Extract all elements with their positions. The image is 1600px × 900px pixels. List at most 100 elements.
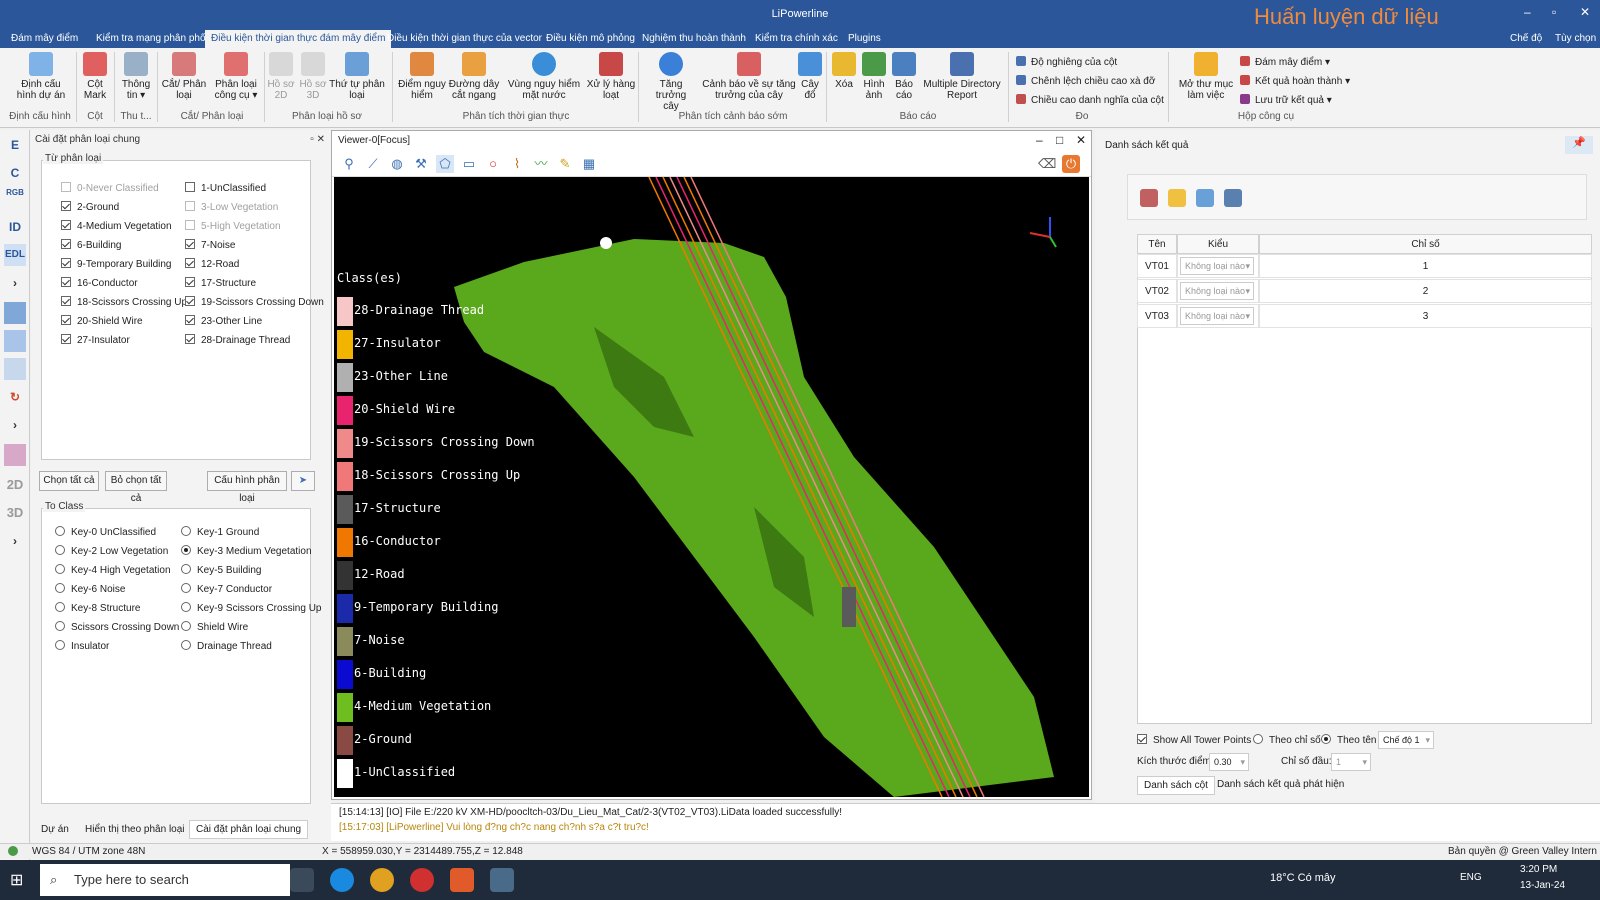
to-class-radio[interactable]: Key-3 Medium Vegetation <box>181 545 312 557</box>
classify-order-button[interactable]: Thứ tự phân loại <box>328 52 386 101</box>
crossing-lines-button[interactable]: Đường dây cắt ngang <box>448 52 500 101</box>
close-window-button[interactable]: ✕ <box>1580 5 1590 19</box>
row-index-cell[interactable]: 2 <box>1259 279 1592 303</box>
id-color-button[interactable]: ID <box>4 216 26 238</box>
clear-icon[interactable]: ⌫ <box>1038 155 1056 173</box>
from-class-checkbox[interactable]: 23-Other Line <box>185 315 262 327</box>
to-class-radio[interactable]: Insulator <box>55 640 109 652</box>
options-link[interactable]: Tùy chọn <box>1555 33 1596 44</box>
to-class-radio[interactable]: Key-8 Structure <box>55 602 140 614</box>
class-points-icon[interactable] <box>4 444 26 466</box>
task-view-icon[interactable] <box>290 868 314 892</box>
class-color-button[interactable]: C <box>4 162 26 184</box>
grid-icon[interactable]: ▦ <box>580 155 598 173</box>
row-name-cell[interactable]: VT01 <box>1137 254 1177 278</box>
from-class-checkbox[interactable]: 9-Temporary Building <box>61 258 172 270</box>
to-class-radio[interactable]: Key-2 Low Vegetation <box>55 545 168 557</box>
image-button[interactable]: Hình ảnh <box>860 52 888 101</box>
from-class-checkbox[interactable]: 27-Insulator <box>61 334 130 346</box>
expand-arrow-icon[interactable]: › <box>4 272 26 294</box>
panel-close-icon[interactable]: ▫ ✕ <box>310 134 325 145</box>
zoom-extent-icon[interactable] <box>4 330 26 352</box>
row-type-cell[interactable]: Không loại nào <box>1177 304 1259 328</box>
restore-button[interactable]: ▫ <box>1552 5 1556 19</box>
to-class-radio[interactable]: Key-0 UnClassified <box>55 526 156 538</box>
finished-results-menu[interactable]: Kết quả hoàn thành ▾ <box>1240 75 1350 87</box>
from-class-checkbox[interactable]: 4-Medium Vegetation <box>61 220 172 232</box>
open-work-folder-button[interactable]: Mở thư mục làm việc <box>1176 52 1236 101</box>
chart-line-icon[interactable]: ⟋ <box>364 155 382 173</box>
profile-3d-button[interactable]: Hồ sơ 3D <box>298 52 328 101</box>
from-class-checkbox[interactable]: 1-UnClassified <box>185 182 266 194</box>
from-class-checkbox[interactable]: 2-Ground <box>61 201 119 213</box>
to-class-radio[interactable]: Shield Wire <box>181 621 248 633</box>
wrench-icon[interactable]: ⚒ <box>412 155 430 173</box>
row-type-cell[interactable]: Không loại nào <box>1177 254 1259 278</box>
delete-button[interactable]: Xóa <box>830 52 858 90</box>
from-class-checkbox[interactable]: 5-High Vegetation <box>185 220 281 232</box>
from-class-checkbox[interactable]: 19-Scissors Crossing Down <box>185 296 324 308</box>
view-box-icon[interactable] <box>4 302 26 324</box>
by-index-radio[interactable]: Theo chỉ số <box>1253 734 1321 746</box>
tab-simulation[interactable]: Điều kiện mô phỏng <box>546 33 635 44</box>
to-class-radio[interactable]: Drainage Thread <box>181 640 272 652</box>
settings-icon[interactable] <box>1224 189 1242 207</box>
row-type-cell[interactable]: Không loại nào <box>1177 279 1259 303</box>
tab-point-cloud[interactable]: Đám mây điểm <box>11 33 78 44</box>
col-type-header[interactable]: Kiểu <box>1177 234 1259 254</box>
stop-icon[interactable]: ⏻ <box>1062 155 1080 173</box>
row-index-cell[interactable]: 1 <box>1259 254 1592 278</box>
pin-icon[interactable]: ⚲ <box>340 155 358 173</box>
tab-plugins[interactable]: Plugins <box>848 33 881 44</box>
viewer-maximize-button[interactable]: □ <box>1056 133 1063 147</box>
info-button[interactable]: Thông tin ▾ <box>118 52 154 101</box>
classify-config-button[interactable]: Cấu hình phân loại <box>207 471 287 504</box>
app-icon-orange[interactable] <box>450 868 474 892</box>
minimize-button[interactable]: – <box>1524 5 1531 19</box>
save-results-menu[interactable]: Lưu trữ kết quả ▾ <box>1240 94 1332 106</box>
lipowerline-taskbar-icon[interactable] <box>490 868 514 892</box>
to-class-radio[interactable]: Key-1 Ground <box>181 526 259 538</box>
tab-display-by-class[interactable]: Hiển thị theo phân loại <box>85 824 185 835</box>
open-folder-icon[interactable] <box>1168 189 1186 207</box>
pin-panel-icon[interactable]: 📌 <box>1565 136 1593 154</box>
elevation-color-button[interactable]: E <box>4 134 26 156</box>
from-class-checkbox[interactable]: 7-Noise <box>185 239 235 251</box>
from-class-checkbox[interactable]: 0-Never Classified <box>61 182 159 194</box>
view-2d-button[interactable]: 2D <box>4 474 26 496</box>
tower-mark-button[interactable]: Cột Mark <box>78 52 112 101</box>
point-cloud-menu[interactable]: Đám mây điểm ▾ <box>1240 56 1330 68</box>
to-class-radio[interactable]: Key-6 Noise <box>55 583 125 595</box>
mode-link[interactable]: Chế độ <box>1510 33 1542 44</box>
tab-acceptance[interactable]: Nghiệm thu hoàn thành <box>642 33 746 44</box>
batch-process-button[interactable]: Xử lý hàng loạt <box>586 52 636 101</box>
edl-button[interactable]: EDL <box>4 244 26 266</box>
start-index-input[interactable]: 1 <box>1331 753 1371 771</box>
from-class-checkbox[interactable]: 20-Shield Wire <box>61 315 143 327</box>
layers-icon[interactable] <box>4 358 26 380</box>
crossarm-height-diff-button[interactable]: Chênh lệch chiều cao xà đỡ <box>1016 75 1155 87</box>
tab-tower-list[interactable]: Danh sách cột <box>1137 776 1215 795</box>
by-name-radio[interactable]: Theo tên <box>1321 734 1376 746</box>
to-class-radio[interactable]: Key-4 High Vegetation <box>55 564 171 576</box>
rotate-icon[interactable]: ↻ <box>4 386 26 408</box>
polyline-icon[interactable]: ⌇ <box>508 155 526 173</box>
point-cloud-canvas[interactable]: Class(es) 28-Drainage Thread 27-Insulator… <box>334 177 1089 797</box>
line-measure-icon[interactable]: 〰 <box>532 155 550 173</box>
tab-project[interactable]: Dự án <box>41 824 69 835</box>
rgb-color-button[interactable]: RGB <box>4 188 26 210</box>
from-class-checkbox[interactable]: 17-Structure <box>185 277 256 289</box>
view-3d-button[interactable]: 3D <box>4 502 26 524</box>
expand-arrow-icon-3[interactable]: › <box>4 530 26 552</box>
multi-directory-report-button[interactable]: Multiple Directory Report <box>920 52 1004 101</box>
row-name-cell[interactable]: VT03 <box>1137 304 1177 328</box>
type-dropdown[interactable]: Không loại nào <box>1180 257 1254 275</box>
windows-start-icon[interactable]: ⊞ <box>10 870 23 890</box>
configure-project-button[interactable]: Định cấu hình dự án <box>10 52 72 101</box>
weather[interactable]: 18°C Có mây <box>1270 872 1336 884</box>
export-icon[interactable] <box>1196 189 1214 207</box>
tree-growth-button[interactable]: Tăng trưởng cây <box>644 52 698 112</box>
chrome-icon[interactable] <box>370 868 394 892</box>
globe-icon[interactable]: ◍ <box>388 155 406 173</box>
deselect-all-button[interactable]: Bỏ chọn tất cả <box>105 471 167 504</box>
